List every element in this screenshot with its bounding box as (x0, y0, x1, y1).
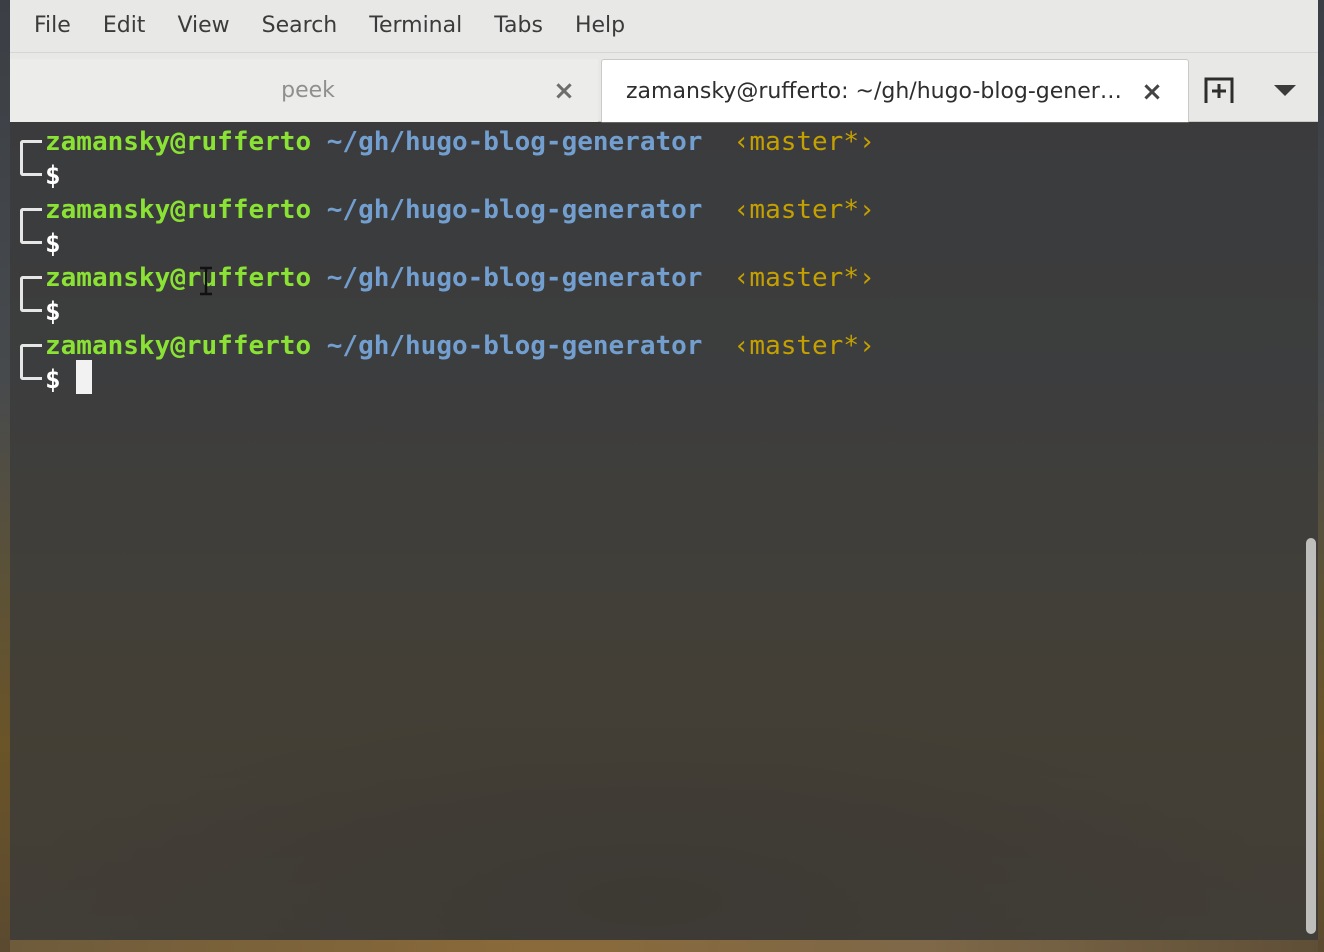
prompt-path: ~/gh/hugo-blog-generator (326, 263, 703, 293)
prompt-block: zamansky@rufferto ~/gh/hugo-blog-generat… (10, 192, 1290, 260)
prompt-block: zamansky@rufferto ~/gh/hugo-blog-generat… (10, 328, 1290, 396)
menu-help[interactable]: Help (559, 0, 641, 52)
desktop-wallpaper-strip (10, 940, 1318, 952)
close-icon[interactable]: × (1138, 77, 1166, 107)
prompt-block: zamansky@rufferto ~/gh/hugo-blog-generat… (10, 124, 1290, 192)
tab-bar: peek × zamansky@rufferto: ~/gh/hugo-blog… (10, 52, 1318, 123)
scrollbar[interactable] (1306, 538, 1316, 934)
prompt-branch: ‹master*› (733, 195, 875, 225)
prompt-symbol: $ (45, 229, 61, 259)
prompt-path: ~/gh/hugo-blog-generator (326, 195, 703, 225)
prompt-branch: ‹master*› (733, 127, 875, 157)
prompt-line: zamansky@rufferto ~/gh/hugo-blog-generat… (45, 192, 875, 228)
prompt-user: zamansky@rufferto (45, 195, 312, 225)
menu-file[interactable]: File (18, 0, 87, 52)
prompt-line: zamansky@rufferto ~/gh/hugo-blog-generat… (45, 124, 875, 160)
prompt-line: zamansky@rufferto ~/gh/hugo-blog-generat… (45, 260, 875, 296)
menu-view[interactable]: View (161, 0, 245, 52)
menu-tabs[interactable]: Tabs (478, 0, 559, 52)
prompt-bracket (20, 208, 42, 244)
prompt-branch: ‹master*› (733, 331, 875, 361)
terminal-window: File Edit View Search Terminal Tabs Help… (0, 0, 1324, 952)
tab-active-terminal[interactable]: zamansky@rufferto: ~/gh/hugo-blog-genera… (601, 59, 1189, 123)
terminal-output[interactable]: zamansky@rufferto ~/gh/hugo-blog-generat… (10, 122, 1318, 940)
prompt-bracket (20, 276, 42, 312)
prompt-branch: ‹master*› (733, 263, 875, 293)
tab-label: peek (281, 78, 335, 103)
new-tab-icon[interactable] (1202, 73, 1236, 107)
close-icon[interactable]: × (550, 76, 578, 106)
prompt-path: ~/gh/hugo-blog-generator (326, 127, 703, 157)
prompt-user: zamansky@rufferto (45, 331, 312, 361)
prompt-symbol: $ (45, 365, 61, 395)
menu-edit[interactable]: Edit (87, 0, 162, 52)
ibeam-cursor-icon (196, 266, 216, 296)
tab-peek[interactable]: peek × (10, 59, 598, 122)
prompt-symbol: $ (45, 161, 61, 191)
text-cursor (76, 360, 92, 394)
prompt-bracket (20, 140, 42, 176)
prompt-user: zamansky@rufferto (45, 263, 312, 293)
prompt-path: ~/gh/hugo-blog-generator (326, 331, 703, 361)
menubar: File Edit View Search Terminal Tabs Help (10, 0, 1318, 52)
chevron-down-icon[interactable] (1268, 75, 1302, 105)
menu-terminal[interactable]: Terminal (353, 0, 478, 52)
prompt-user: zamansky@rufferto (45, 127, 312, 157)
tab-label: zamansky@rufferto: ~/gh/hugo-blog-genera… (626, 79, 1126, 104)
prompt-symbol: $ (45, 297, 61, 327)
menu-search[interactable]: Search (246, 0, 354, 52)
prompt-line: zamansky@rufferto ~/gh/hugo-blog-generat… (45, 328, 875, 364)
prompt-bracket (20, 344, 42, 380)
